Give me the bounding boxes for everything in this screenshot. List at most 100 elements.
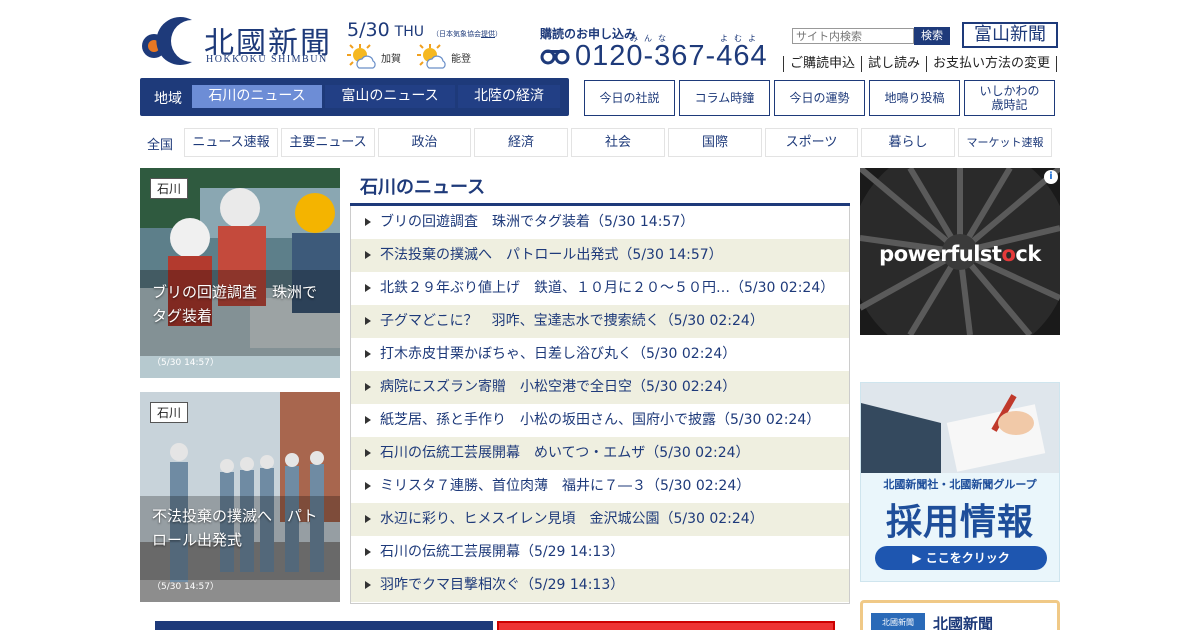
ad-hokkoku-banner[interactable]: 北國新聞 北國新聞	[860, 600, 1060, 630]
photo-fishery-workers	[140, 168, 340, 378]
date-value: 5/30	[347, 19, 390, 41]
news-item[interactable]: 石川の伝統工芸展開幕 めいてつ・エムザ（5/30 02:24）	[351, 437, 849, 470]
news-item[interactable]: 病院にスズラン寄贈 小松空港で全日空（5/30 02:24）	[351, 371, 849, 404]
arrow-right-icon	[365, 350, 371, 358]
news-item[interactable]: 不法投棄の撲滅へ パトロール出発式（5/30 14:57）	[351, 239, 849, 272]
bottom-banner-1[interactable]	[155, 621, 493, 630]
tab-ishikawa-news[interactable]: 石川のニュース	[192, 85, 322, 108]
news-headline: 打木赤皮甘栗かぼちゃ、日差し浴び丸く（5/30 02:24）	[380, 346, 737, 362]
arrow-right-icon	[365, 416, 371, 424]
ad-brand-part-1: powerful	[879, 242, 980, 266]
horoscope-button[interactable]: 今日の運勢	[774, 80, 865, 116]
subscribe-phone[interactable]: 0120-367-464	[575, 40, 768, 73]
search-input[interactable]	[792, 28, 914, 44]
weather-source-link[interactable]: 提供	[481, 30, 495, 38]
weekday: THU	[394, 24, 424, 40]
news-item[interactable]: 北鉄２９年ぶり値上げ 鉄道、１０月に２０～５０円…（5/30 02:24）	[351, 272, 849, 305]
logo-mark-icon	[142, 17, 192, 65]
saijiki-line-2: 歳時記	[991, 98, 1028, 112]
news-headline: ブリの回遊調査 珠洲でタグ装着（5/30 14:57）	[380, 214, 695, 230]
column-jisho-button[interactable]: コラム時鐘	[679, 80, 770, 116]
logo-sub: HOKKOKU SHIMBUN	[206, 54, 328, 65]
link-trial[interactable]: 試し読み	[861, 56, 926, 72]
arrow-right-icon	[365, 581, 371, 589]
region-label: 地域	[154, 91, 182, 107]
category-main[interactable]: 主要ニュース	[281, 128, 375, 157]
news-section-title: 石川のニュース	[360, 177, 486, 198]
ad-powerful-stock[interactable]: i powerfulstock	[860, 168, 1060, 335]
news-item[interactable]: 水辺に彩り、ヒメスイレン見頃 金沢城公園（5/30 02:24）	[351, 503, 849, 536]
news-headline: 水辺に彩り、ヒメスイレン見頃 金沢城公園（5/30 02:24）	[380, 511, 764, 527]
recruit-photo	[861, 383, 1059, 473]
ishikawa-saijiki-button[interactable]: いしかわの 歳時記	[964, 80, 1055, 116]
ad-recruit[interactable]: 北國新聞社・北國新聞グループ 採用情報 ▶ ここをクリック	[860, 382, 1060, 582]
news-item[interactable]: 紙芝居、孫と手作り 小松の坂田さん、国府小で披露（5/30 02:24）	[351, 404, 849, 437]
search-button[interactable]: 検索	[914, 27, 950, 45]
arrow-right-icon	[365, 251, 371, 259]
news-item[interactable]: 羽咋でクマ目撃相次ぐ（5/29 14:13）	[351, 569, 849, 602]
ad-brand-part-3: ck	[1015, 242, 1041, 266]
news-headline: 子グマどこに？ 羽咋、宝達志水で捜索続く（5/30 02:24）	[380, 313, 764, 329]
weather-source-suffix: ）	[495, 30, 502, 38]
sun-cloud-icon	[347, 44, 376, 69]
arrow-right-icon	[365, 284, 371, 292]
tab-hokuriku-economy[interactable]: 北陸の経済	[458, 85, 560, 108]
category-politics[interactable]: 政治	[378, 128, 471, 157]
category-society[interactable]: 社会	[571, 128, 665, 157]
arrow-right-icon	[365, 218, 371, 226]
category-economy[interactable]: 経済	[474, 128, 568, 157]
ad-brand: powerfulstock	[860, 242, 1060, 266]
category-market[interactable]: マーケット速報	[958, 128, 1052, 157]
news-headline: 紙芝居、孫と手作り 小松の坂田さん、国府小で披露（5/30 02:24）	[380, 412, 821, 428]
ad-info-icon[interactable]: i	[1044, 170, 1058, 184]
category-sports[interactable]: スポーツ	[765, 128, 858, 157]
recruit-click-button[interactable]: ▶ ここをクリック	[875, 546, 1047, 570]
banner-logo: 北國新聞	[871, 613, 925, 630]
reader-post-button[interactable]: 地鳴り投稿	[869, 80, 960, 116]
news-headline: 北鉄２９年ぶり値上げ 鉄道、１０月に２０～５０円…（5/30 02:24）	[380, 280, 835, 296]
region-nav: 地域 石川のニュース 富山のニュース 北陸の経済	[140, 78, 569, 116]
featured-photo-1[interactable]: 石川 ブリの回遊調査 珠洲でタグ装着 （5/30 14:57）	[140, 168, 340, 378]
bottom-banner-2[interactable]	[497, 621, 835, 630]
category-breaking[interactable]: ニュース速報	[184, 128, 278, 157]
ad-brand-accent: o	[1001, 242, 1016, 266]
toyama-shimbun-button[interactable]: 富山新聞	[962, 22, 1058, 48]
editorial-button[interactable]: 今日の社説	[584, 80, 675, 116]
ad-brand-part-2: st	[979, 242, 1002, 266]
news-headline: 石川の伝統工芸展開幕（5/29 14:13）	[380, 544, 625, 560]
site-logo[interactable]: 北國新聞 HOKKOKU SHIMBUN	[140, 16, 340, 66]
weather-area-label: 能登	[451, 53, 471, 65]
date-display: 5/30 THU （日本気象協会提供）	[347, 19, 502, 41]
link-payment-change[interactable]: お支払い方法の変更	[926, 56, 1058, 72]
news-headline: 病院にスズラン寄贈 小松空港で全日空（5/30 02:24）	[380, 379, 737, 395]
news-item[interactable]: ミリスタ７連勝、首位肉薄 福井に７―３（5/30 02:24）	[351, 470, 849, 503]
news-headline: 石川の伝統工芸展開幕 めいてつ・エムザ（5/30 02:24）	[380, 445, 750, 461]
arrow-right-icon	[365, 548, 371, 556]
photo-patrol-ceremony	[140, 392, 340, 602]
free-dial-icon	[540, 49, 570, 65]
news-list: ブリの回遊調査 珠洲でタグ装着（5/30 14:57） 不法投棄の撲滅へ パトロ…	[350, 206, 850, 604]
news-item[interactable]: 石川の伝統工芸展開幕（5/29 14:13）	[351, 536, 849, 569]
category-international[interactable]: 国際	[668, 128, 762, 157]
sun-cloud-icon	[417, 44, 446, 69]
category-living[interactable]: 暮らし	[861, 128, 955, 157]
arrow-right-icon	[365, 317, 371, 325]
saijiki-line-1: いしかわの	[979, 84, 1040, 98]
weather-noto[interactable]: 能登	[417, 42, 471, 72]
tab-toyama-news[interactable]: 富山のニュース	[325, 85, 455, 108]
featured-photo-2[interactable]: 石川 不法投棄の撲滅へ パトロール出発式 （5/30 14:57）	[140, 392, 340, 602]
weather-kaga[interactable]: 加賀	[347, 42, 401, 72]
news-headline: 不法投棄の撲滅へ パトロール出発式（5/30 14:57）	[380, 247, 723, 263]
arrow-right-icon	[365, 515, 371, 523]
news-item[interactable]: 子グマどこに？ 羽咋、宝達志水で捜索続く（5/30 02:24）	[351, 305, 849, 338]
top-links: ご購読申込 試し読み お支払い方法の変更	[783, 56, 1058, 72]
photo-region-tag: 石川	[150, 402, 189, 423]
photo-timestamp: （5/30 14:57）	[152, 358, 220, 368]
news-item[interactable]: ブリの回遊調査 珠洲でタグ装着（5/30 14:57）	[351, 206, 849, 239]
weather-source: （日本気象協会提供）	[432, 30, 502, 38]
news-item[interactable]: 打木赤皮甘栗かぼちゃ、日差し浴び丸く（5/30 02:24）	[351, 338, 849, 371]
arrow-right-icon	[365, 383, 371, 391]
link-subscribe[interactable]: ご購読申込	[783, 56, 861, 72]
photo-caption[interactable]: ブリの回遊調査 珠洲でタグ装着	[140, 280, 340, 328]
photo-caption[interactable]: 不法投棄の撲滅へ パトロール出発式	[140, 504, 340, 552]
